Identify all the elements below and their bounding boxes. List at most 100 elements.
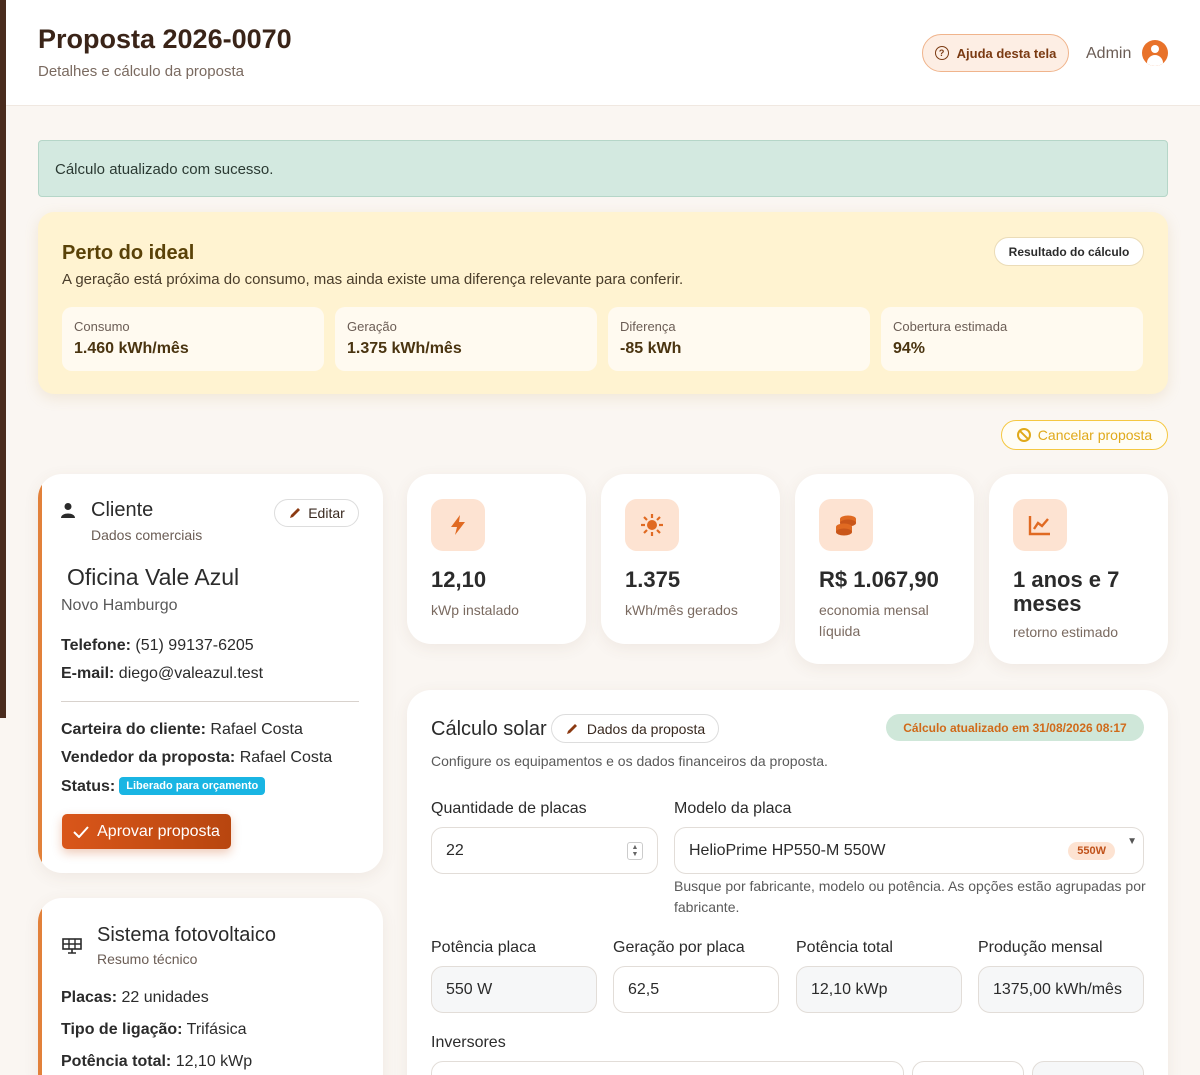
proposal-data-button[interactable]: Dados da proposta [551, 714, 719, 743]
client-card: Cliente Dados comerciais Editar Oficina … [38, 474, 383, 873]
system-connection: Trifásica [186, 1021, 247, 1038]
kpi-card-generated: 1.375 kWh/mês gerados [601, 474, 780, 644]
metric-label: Consumo [74, 319, 130, 334]
inverter-qty-input[interactable] [912, 1061, 1024, 1075]
field-label: Potência total [796, 939, 893, 956]
approve-label: Aprovar proposta [97, 822, 220, 840]
client-city: Novo Hamburgo [61, 597, 178, 614]
page-title: Proposta 2026-0070 [38, 24, 292, 54]
client-email-row: E-mail: diego@valeazul.test [61, 665, 263, 683]
cancel-proposal-button[interactable]: Cancelar proposta [1001, 420, 1168, 450]
kpi-caption: retorno estimado [1013, 624, 1119, 640]
check-icon [73, 825, 89, 838]
calc-updated-badge: Cálculo atualizado em 31/08/2026 08:17 [886, 714, 1144, 741]
field-label: Geração por placa [613, 939, 745, 956]
kpi-card-payback: 1 anos e 7 meses retorno estimado [989, 474, 1168, 664]
monthly-production-input[interactable]: 1375,00 kWh/mês [978, 966, 1144, 1013]
metric-value: 94% [893, 340, 926, 357]
approve-proposal-button[interactable]: Aprovar proposta [62, 814, 231, 849]
pencil-icon [290, 508, 301, 518]
model-value: HelioPrime HP550-M 550W [689, 841, 886, 859]
user-icon [61, 503, 75, 518]
kpi-value: 1 anos e 7 meses [1013, 567, 1120, 616]
metric-label: Geração [347, 319, 397, 334]
pv-system-card: Sistema fotovoltaico Resumo técnico Plac… [38, 898, 383, 1075]
proposal-data-label: Dados da proposta [586, 720, 706, 737]
client-name: Oficina Vale Azul [67, 564, 240, 590]
user-name[interactable]: Admin [1086, 45, 1131, 63]
top-header: Proposta 2026-0070 Detalhes e cálculo da… [6, 0, 1200, 106]
client-email: diego@valeazul.test [118, 665, 264, 682]
kpi-value: 12,10 [431, 567, 487, 592]
system-section-subtitle: Resumo técnico [97, 951, 198, 967]
solar-calculation-card: Cálculo solar Dados da proposta Cálculo … [407, 690, 1168, 1075]
system-connection-row: Tipo de ligação: Trifásica [61, 1021, 247, 1039]
kpi-value: 1.375 [625, 567, 681, 592]
edit-label: Editar [308, 505, 345, 521]
edit-client-button[interactable]: Editar [274, 499, 359, 527]
field-label: Telefone: [61, 637, 131, 654]
metric-diferenca: Diferença -85 kWh [608, 307, 870, 371]
client-section-title: Cliente [91, 499, 154, 521]
system-section-title: Sistema fotovoltaico [97, 924, 276, 946]
calc-title: Cálculo solar [431, 718, 547, 740]
client-seller-row: Vendedor da proposta: Rafael Costa [61, 749, 332, 767]
stepper-icon[interactable]: ▲ ▼ [627, 842, 643, 860]
metric-value: 1.460 kWh/mês [74, 340, 189, 357]
panel-generation-input[interactable]: 62,5 [613, 966, 779, 1013]
field-label: Placas: [61, 989, 118, 1006]
help-button[interactable]: ? Ajuda desta tela [922, 34, 1069, 72]
cancel-proposal-label: Cancelar proposta [1037, 427, 1153, 443]
success-alert-message: Cálculo atualizado com sucesso. [55, 161, 274, 178]
field-value: 1375,00 kWh/mês [993, 980, 1122, 998]
metric-cobertura: Cobertura estimada 94% [881, 307, 1143, 371]
system-panels: 22 unidades [121, 989, 209, 1006]
sun-icon [625, 499, 679, 551]
result-description: A geração está próxima do consumo, mas a… [62, 271, 684, 288]
field-value: 550 W [446, 980, 493, 998]
kpi-caption: economia mensal líquida [819, 602, 929, 639]
total-power-input[interactable]: 12,10 kWp [796, 966, 962, 1013]
client-portfolio-row: Carteira do cliente: Rafael Costa [61, 721, 303, 739]
system-panels-row: Placas: 22 unidades [61, 989, 209, 1007]
ban-icon [1016, 428, 1031, 442]
solar-panel-icon [62, 938, 82, 954]
page-subtitle: Detalhes e cálculo da proposta [38, 63, 244, 80]
field-label: Vendedor da proposta: [61, 749, 236, 766]
inverter-select[interactable] [431, 1061, 904, 1075]
client-phone-row: Telefone: (51) 99137-6205 [61, 637, 254, 655]
metric-label: Diferença [620, 319, 676, 334]
client-seller: Rafael Costa [239, 749, 333, 766]
metric-value: -85 kWh [620, 340, 682, 357]
qty-label: Quantidade de placas [431, 800, 587, 817]
panel-power-input[interactable]: 550 W [431, 966, 597, 1013]
calc-description: Configure os equipamentos e os dados fin… [431, 753, 828, 769]
success-alert: Cálculo atualizado com sucesso. [38, 140, 1168, 197]
kpi-card-installed: 12,10 kWp instalado [407, 474, 586, 644]
model-power-badge: 550W [1068, 842, 1115, 860]
metric-consumo: Consumo 1.460 kWh/mês [62, 307, 324, 371]
result-badge: Resultado do cálculo [994, 237, 1144, 266]
model-select[interactable]: HelioPrime HP550-M 550W 550W ▼ [674, 827, 1144, 874]
field-label: Status: [61, 778, 116, 795]
user-avatar-icon[interactable] [1142, 40, 1168, 66]
field-label: Produção mensal [978, 939, 1103, 956]
client-portfolio: Rafael Costa [210, 721, 303, 738]
help-button-label: Ajuda desta tela [956, 45, 1057, 61]
question-icon: ? [934, 46, 949, 60]
result-summary-card: Perto do ideal A geração está próxima do… [38, 212, 1168, 394]
kpi-caption: kWh/mês gerados [625, 602, 738, 618]
field-label: Potência total: [61, 1053, 172, 1070]
qty-value: 22 [446, 841, 464, 859]
system-power-row: Potência total: 12,10 kWp [61, 1053, 252, 1071]
chart-line-icon [1013, 499, 1067, 551]
field-label: Carteira do cliente: [61, 721, 206, 738]
pencil-icon [566, 723, 577, 734]
field-label: Tipo de ligação: [61, 1021, 183, 1038]
qty-input[interactable]: 22 ▲ ▼ [431, 827, 658, 874]
remove-inverter-button[interactable] [1032, 1061, 1144, 1075]
system-power: 12,10 kWp [175, 1053, 253, 1070]
client-section-subtitle: Dados comerciais [91, 527, 203, 543]
left-sidebar-edge [0, 0, 6, 718]
field-value: 12,10 kWp [811, 980, 888, 998]
